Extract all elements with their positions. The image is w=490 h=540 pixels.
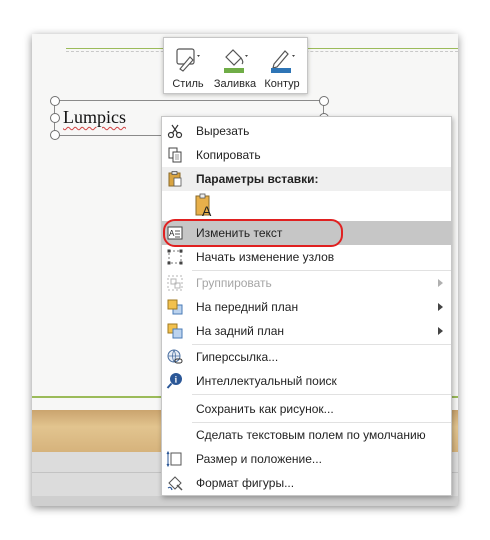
menu-item-label: Копировать [196, 148, 261, 162]
menu-item-cut[interactable]: Вырезать [162, 119, 451, 143]
submenu-arrow-icon [438, 303, 443, 311]
format-shape-icon [167, 476, 183, 491]
group-icon [167, 275, 183, 291]
hyperlink-icon [167, 349, 183, 364]
send-backward-icon [167, 323, 183, 339]
scissors-icon [167, 124, 183, 139]
resize-handle[interactable] [319, 96, 329, 106]
menu-item-group[interactable]: Группировать [162, 271, 451, 295]
menu-item-format-shape[interactable]: Формат фигуры... [162, 471, 451, 495]
style-label: Стиль [172, 78, 204, 90]
paste-options-header: Параметры вставки: [162, 167, 451, 191]
resize-handle[interactable] [50, 96, 60, 106]
paste-keep-text-icon: A [195, 193, 212, 219]
menu-item-label: Размер и положение... [196, 452, 322, 466]
menu-item-label: Интеллектуальный поиск [196, 374, 337, 388]
menu-item-label: Вырезать [196, 124, 250, 138]
submenu-arrow-icon [438, 327, 443, 335]
outline-label: Контур [264, 78, 300, 90]
fill-label: Заливка [213, 78, 257, 90]
mini-toolbar: Стиль Заливка Контур [163, 37, 308, 94]
svg-text:A: A [202, 203, 212, 219]
status-strip [32, 496, 458, 506]
copy-icon [168, 147, 182, 163]
paste-option-keep-text[interactable]: A [162, 193, 451, 219]
menu-separator [192, 394, 451, 395]
bring-forward-icon [167, 299, 183, 315]
menu-item-label: Группировать [196, 276, 272, 290]
menu-item-size-position[interactable]: Размер и положение... [162, 447, 451, 471]
menu-item-copy[interactable]: Копировать [162, 143, 451, 167]
menu-item-edit-points[interactable]: Начать изменение узлов [162, 245, 451, 269]
menu-item-label: Сделать текстовым полем по умолчанию [196, 428, 426, 442]
textbox-text: Lumpics [63, 107, 126, 127]
menu-item-bring-forward[interactable]: На передний план [162, 295, 451, 319]
context-menu: Вырезать Копировать Параметры вставки: A… [161, 116, 452, 496]
paint-bucket-icon [224, 49, 248, 73]
menu-item-set-default-textbox[interactable]: Сделать текстовым полем по умолчанию [162, 423, 451, 447]
submenu-arrow-icon [438, 279, 443, 287]
outline-button[interactable]: Контур [259, 38, 305, 93]
highlight-annotation-oval [163, 219, 343, 247]
size-position-icon [166, 450, 182, 468]
smart-lookup-icon: i [166, 373, 182, 389]
menu-item-smart-lookup[interactable]: i Интеллектуальный поиск [162, 369, 451, 393]
pen-outline-icon [271, 50, 295, 73]
menu-item-label: Гиперссылка... [196, 350, 279, 364]
menu-item-hyperlink[interactable]: Гиперссылка... [162, 345, 451, 369]
menu-item-label: На передний план [196, 300, 299, 314]
clipboard-icon [168, 171, 182, 187]
menu-item-label: Сохранить как рисунок... [196, 402, 334, 416]
menu-item-save-as-picture[interactable]: Сохранить как рисунок... [162, 397, 451, 421]
menu-item-label: На задний план [196, 324, 285, 338]
edit-points-icon [167, 249, 183, 265]
paste-options-label: Параметры вставки: [196, 172, 319, 186]
menu-item-label: Начать изменение узлов [196, 250, 335, 264]
menu-item-label: Формат фигуры... [196, 476, 295, 490]
resize-handle[interactable] [50, 130, 60, 140]
menu-item-send-backward[interactable]: На задний план [162, 319, 451, 343]
shape-style-icon [176, 48, 200, 72]
resize-handle[interactable] [50, 113, 60, 123]
fill-button[interactable]: Заливка [212, 38, 258, 93]
style-button[interactable]: Стиль [165, 38, 211, 93]
